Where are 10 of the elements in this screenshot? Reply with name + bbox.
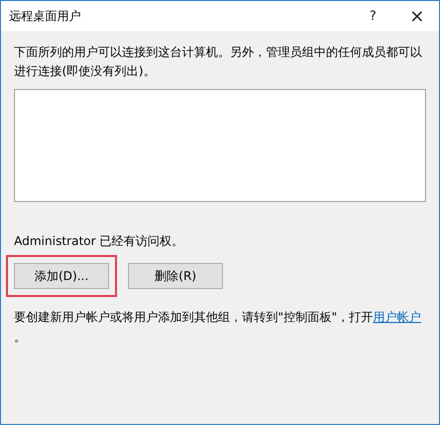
window-title: 远程桌面用户 (9, 8, 82, 24)
access-note: Administrator 已经有访问权。 (14, 233, 185, 249)
user-accounts-link[interactable]: 用户帐户 (373, 310, 422, 324)
description-text: 下面所列的用户可以连接到这台计算机。另外，管理员组中的任何成员都可以进行连接(即使没有列出)。 (14, 44, 423, 80)
footer-text: 要创建新用户帐户或将用户添加到其他组，请转到"控制面板"，打开用户帐户 。 (14, 309, 422, 346)
remove-button[interactable]: 删除(R) (128, 263, 223, 289)
add-button[interactable]: 添加(D)... (14, 263, 109, 289)
close-button[interactable]: × (395, 1, 439, 31)
help-button[interactable]: ? (351, 1, 395, 31)
users-list[interactable] (14, 89, 426, 202)
